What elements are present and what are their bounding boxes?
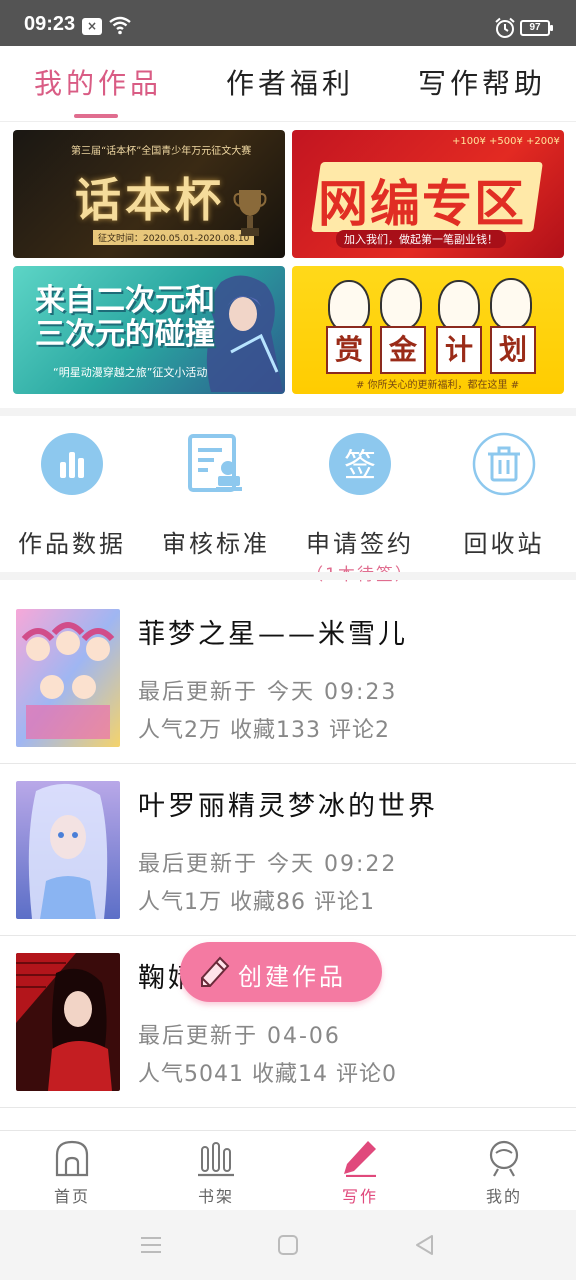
contest-banner-title: 话本杯 — [75, 173, 225, 227]
menu-icon[interactable] — [138, 1232, 164, 1258]
top-tabs: 我的作品 作者福利 写作帮助 — [0, 46, 576, 122]
contest-banner-subtitle: 第三届“话本杯”全国青少年万元征文大赛 — [71, 146, 252, 157]
editor-banner-title: 网编专区 — [318, 175, 526, 233]
section-divider — [0, 408, 576, 416]
reward-banner-caption: # 你所关心的更新福利，都在这里 # — [356, 380, 520, 391]
tool-work-data[interactable]: 作品数据 — [0, 432, 144, 572]
tool-apply-contract-label: 申请签约 — [306, 530, 414, 558]
battery-icon: 97 — [520, 20, 553, 36]
tab-my-works[interactable]: 我的作品 — [34, 62, 162, 102]
svg-text:签: 签 — [344, 446, 376, 484]
cat-illustration — [438, 280, 480, 332]
pencil-icon — [201, 956, 230, 987]
nav-profile[interactable]: 我的 — [432, 1131, 576, 1211]
work-stats: 人气5041 收藏14 评论0 — [138, 1062, 397, 1087]
alarm-icon — [495, 17, 515, 38]
editor-banner-money: +100¥ +500¥ +200¥ — [452, 136, 560, 147]
home-icon — [55, 1140, 89, 1177]
banner-grid: 第三届“话本杯”全国青少年万元征文大赛 话本杯 征文时间：2020.05.01-… — [0, 130, 576, 394]
pen-icon — [344, 1141, 376, 1177]
nav-bookshelf-label: 书架 — [197, 1187, 234, 1206]
tool-work-data-label: 作品数据 — [18, 530, 126, 558]
reward-char-card: 赏 — [326, 326, 372, 374]
nav-home[interactable]: 首页 — [0, 1131, 144, 1211]
tool-recycle-bin[interactable]: 回收站 — [432, 432, 576, 572]
back-icon[interactable] — [412, 1232, 438, 1258]
reward-char-card: 金 — [380, 326, 426, 374]
section-divider — [0, 572, 576, 580]
wifi-icon — [109, 16, 131, 35]
tool-recycle-bin-label: 回收站 — [463, 530, 545, 558]
contest-banner[interactable]: 第三届“话本杯”全国青少年万元征文大赛 话本杯 征文时间：2020.05.01-… — [13, 130, 285, 258]
profile-icon — [489, 1140, 519, 1177]
editor-banner-cta: 加入我们，做起第一笔副业钱！ — [336, 230, 506, 248]
tool-apply-contract[interactable]: 签 申请签约 （1本待签） — [288, 432, 432, 585]
nav-bookshelf[interactable]: 书架 — [144, 1131, 288, 1211]
work-title: 菲梦之星——米雪儿 — [138, 619, 408, 650]
work-cover-image — [16, 953, 120, 1091]
contest-banner-date: 征文时间：2020.05.01-2020.08.10 — [93, 230, 255, 245]
nav-write-label: 写作 — [341, 1187, 378, 1206]
home-button-icon[interactable] — [275, 1232, 301, 1258]
crossover-banner[interactable]: 来自二次元和 三次元的碰撞 “明星动漫穿越之旅”征文小活动 — [13, 266, 285, 394]
status-bar: 09:23 × 97 — [0, 0, 576, 46]
work-title: 叶罗丽精灵梦冰的世界 — [138, 791, 438, 822]
work-cover-image — [16, 609, 120, 747]
nav-home-label: 首页 — [53, 1187, 90, 1206]
bookshelf-icon — [198, 1142, 234, 1177]
cat-illustration — [328, 280, 370, 332]
notification-icon: × — [82, 18, 102, 35]
trophy-icon — [233, 190, 267, 236]
author-tools: 作品数据 审核标准 签 申请签约 （1本待签） 回收站 — [0, 416, 576, 585]
work-updated-time: 最后更新于 今天 09:22 — [138, 852, 398, 877]
active-tab-indicator — [74, 114, 118, 118]
cat-illustration — [380, 278, 422, 330]
editor-zone-banner[interactable]: +100¥ +500¥ +200¥ 网编专区 加入我们，做起第一笔副业钱！ — [292, 130, 564, 258]
bar-chart-icon — [41, 433, 103, 495]
work-stats: 人气1万 收藏86 评论1 — [138, 890, 375, 915]
create-work-label: 创建作品 — [238, 963, 346, 991]
reward-char-card: 计 — [436, 326, 482, 374]
work-cover-image — [16, 781, 120, 919]
bottom-nav: 首页 书架 写作 我的 — [0, 1130, 576, 1210]
nav-write[interactable]: 写作 — [288, 1131, 432, 1211]
nav-profile-label: 我的 — [485, 1187, 522, 1206]
reward-plan-banner[interactable]: 赏 金 计 划 # 你所关心的更新福利，都在这里 # — [292, 266, 564, 394]
work-stats: 人气2万 收藏133 评论2 — [138, 718, 390, 743]
status-time: 09:23 — [24, 13, 76, 35]
crossover-banner-caption: “明星动漫穿越之旅”征文小活动 — [53, 366, 208, 379]
list-item[interactable]: 叶罗丽精灵梦冰的世界 最后更新于 今天 09:22 人气1万 收藏86 评论1 — [0, 764, 576, 936]
tab-writing-help[interactable]: 写作帮助 — [418, 62, 546, 102]
sign-contract-icon: 签 — [329, 433, 391, 495]
system-nav-bar — [0, 1210, 576, 1280]
work-updated-time: 最后更新于 04-06 — [138, 1024, 341, 1049]
work-updated-time: 最后更新于 今天 09:23 — [138, 680, 398, 705]
cat-illustration — [490, 278, 532, 330]
tab-author-benefits[interactable]: 作者福利 — [226, 62, 354, 102]
tool-review-standards[interactable]: 审核标准 — [144, 432, 288, 572]
create-work-button[interactable]: 创建作品 — [180, 942, 382, 1002]
trash-icon — [472, 432, 536, 496]
list-item[interactable]: 菲梦之星——米雪儿 最后更新于 今天 09:23 人气2万 收藏133 评论2 — [0, 592, 576, 764]
reward-char-card: 划 — [490, 326, 536, 374]
crossover-banner-title: 来自二次元和 三次元的碰撞 — [35, 283, 215, 352]
document-stamp-icon — [188, 434, 242, 492]
tool-review-standards-label: 审核标准 — [162, 530, 270, 558]
